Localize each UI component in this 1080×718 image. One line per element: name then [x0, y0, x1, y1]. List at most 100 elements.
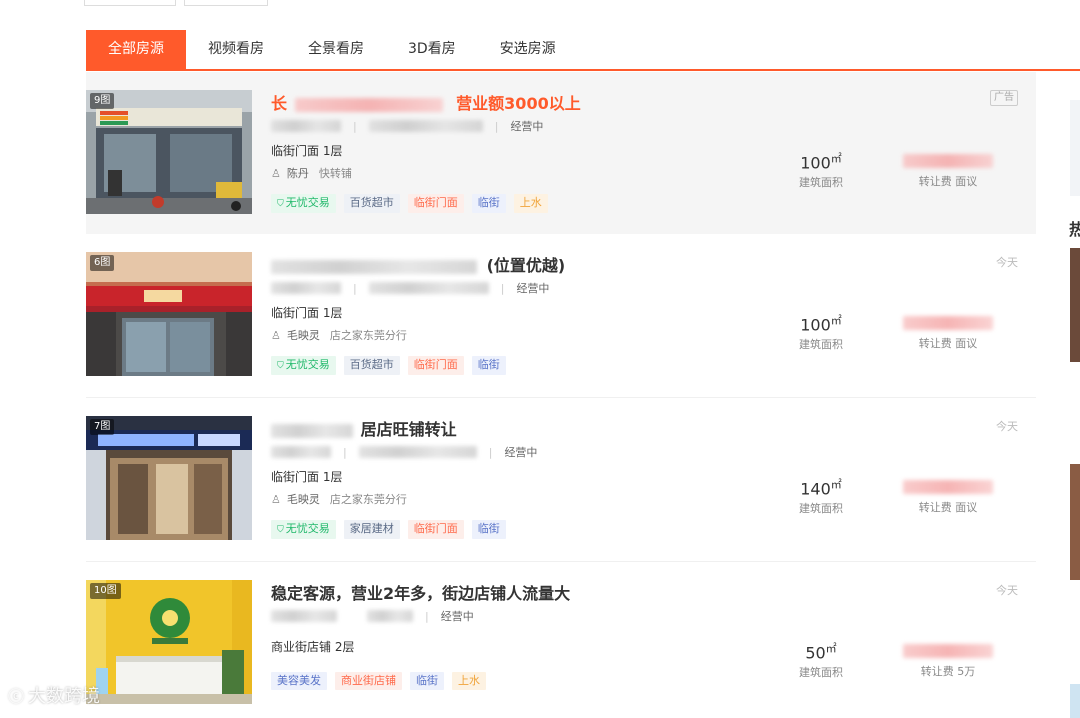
listing-item[interactable]: 9图 长 营业额3000以上 | | 经营中 临街门面 1层 ♙ 陈丹 快转铺 …	[86, 72, 1036, 234]
listing-photo[interactable]: 10图	[86, 580, 252, 704]
area-value: 100㎡	[800, 314, 842, 335]
agent-info: ♙ 毛映灵 店之家东莞分行	[271, 491, 407, 507]
area-block: 100㎡ 建筑面积	[786, 312, 856, 352]
sidebar-thumb[interactable]	[1070, 684, 1080, 718]
agent-name[interactable]: 毛映灵	[287, 327, 320, 343]
shield-icon: ⛉	[277, 361, 284, 371]
listing-item[interactable]: 7图 居店旺铺转让 | | 经营中 临街门面 1层 ♙ 毛映灵 店之家东莞分行 …	[86, 398, 1036, 562]
listing-title[interactable]: 居店旺铺转让	[271, 416, 457, 440]
blurred-text	[368, 120, 483, 132]
floor-info: 临街门面 1层	[271, 144, 343, 158]
listing-photo[interactable]: 7图	[86, 416, 252, 540]
right-sidebar: 热	[1062, 72, 1080, 718]
blurred-text	[271, 282, 341, 294]
agent-name[interactable]: 陈丹	[287, 165, 309, 181]
person-icon: ♙	[271, 328, 281, 342]
blurred-price	[903, 479, 993, 494]
sidebar-thumb[interactable]	[1070, 464, 1080, 580]
listing-title[interactable]: 稳定客源，营业2年多，街边店铺人流量大	[271, 580, 570, 604]
filter-select-2[interactable]	[184, 0, 268, 6]
tab-3d[interactable]: 3D看房	[386, 30, 478, 69]
tag: 美容美发	[271, 672, 327, 690]
hot-heading: 热	[1069, 220, 1080, 239]
tag: 临街门面	[407, 194, 464, 213]
photo-count: 7图	[90, 419, 115, 435]
title-suffix: 营业额3000以上	[456, 94, 581, 113]
blurred-price	[903, 643, 993, 658]
floor-info: 临街门面 1层	[271, 470, 343, 484]
sidebar-card[interactable]	[1070, 100, 1080, 196]
listing-list: 9图 长 营业额3000以上 | | 经营中 临街门面 1层 ♙ 陈丹 快转铺 …	[86, 72, 1036, 718]
blurred-text	[294, 97, 443, 112]
blurred-text	[358, 446, 477, 458]
tab-all[interactable]: 全部房源	[86, 30, 186, 69]
blurred-price	[903, 153, 993, 168]
fee-label: 转让费 5万	[920, 665, 976, 678]
area-value: 100㎡	[800, 152, 842, 173]
watermark: ⓒ 大数跨境	[8, 682, 100, 708]
area-block: 140㎡ 建筑面积	[786, 476, 856, 516]
photo-count: 6图	[90, 255, 115, 271]
tag: ⛉ 无忧交易	[271, 520, 336, 539]
blurred-text	[367, 610, 413, 622]
blurred-text	[271, 610, 337, 622]
listing-item[interactable]: 10图 稳定客源，营业2年多，街边店铺人流量大 | 经营中 商业街店铺 2层 美…	[86, 562, 1036, 718]
tag-list: ⛉ 无忧交易 家居建材 临街门面 临街	[271, 520, 506, 539]
blurred-text	[368, 282, 489, 294]
tab-panorama[interactable]: 全景看房	[286, 30, 386, 69]
agent-name[interactable]: 毛映灵	[287, 491, 320, 507]
tag: ⛉ 无忧交易	[271, 356, 336, 375]
listing-address: | | 经营中	[271, 118, 543, 134]
tag: 百货超市	[343, 194, 400, 213]
tab-safe-select[interactable]: 安选房源	[478, 30, 578, 69]
watermark-text: 大数跨境	[28, 686, 101, 707]
area-label: 建筑面积	[799, 176, 843, 190]
listing-photo[interactable]: 9图	[86, 90, 252, 214]
tag: 临街	[410, 672, 444, 690]
title-suffix: (位置优越)	[486, 256, 566, 275]
floor-info: 临街门面 1层	[271, 306, 343, 320]
tag-list: ⛉ 无忧交易 百货超市 临街门面 临街 上水	[271, 194, 548, 213]
status-text: 经营中	[516, 282, 550, 295]
area-label: 建筑面积	[799, 338, 843, 352]
filter-select[interactable]	[84, 0, 176, 6]
listing-title[interactable]: (位置优越)	[271, 252, 565, 276]
photo-count: 9图	[90, 93, 115, 109]
blurred-text	[271, 259, 477, 274]
area-label: 建筑面积	[799, 666, 843, 680]
tag: 临街门面	[407, 520, 464, 539]
tag: 临街	[471, 194, 506, 213]
listing-item[interactable]: 6图 (位置优越) | | 经营中 临街门面 1层 ♙ 毛映灵 店之家东莞分行 …	[86, 234, 1036, 398]
tag: 家居建材	[343, 520, 400, 539]
fee-label: 转让费 面议	[918, 175, 978, 188]
tag: 临街门面	[407, 356, 464, 375]
tag-list: 美容美发 商业街店铺 临街 上水	[271, 672, 486, 690]
listing-address: | | 经营中	[271, 444, 537, 460]
status-text: 经营中	[440, 610, 474, 623]
person-icon: ♙	[271, 166, 281, 180]
tag: 临街	[471, 356, 506, 375]
sidebar-thumb[interactable]	[1070, 248, 1080, 362]
listing-address: | | 经营中	[271, 280, 549, 296]
shield-icon: ⛉	[277, 199, 284, 209]
blurred-text	[271, 446, 331, 458]
agent-company: 快转铺	[318, 167, 352, 180]
shield-icon: ⛉	[277, 525, 284, 535]
top-filter-stub	[84, 0, 268, 6]
status-text: 经营中	[504, 446, 538, 459]
title-prefix: 长	[271, 94, 288, 113]
listing-title[interactable]: 长 营业额3000以上	[271, 90, 581, 114]
area-value: 140㎡	[800, 478, 842, 499]
status-text: 经营中	[510, 120, 544, 133]
listing-photo[interactable]: 6图	[86, 252, 252, 376]
blurred-price	[903, 315, 993, 330]
logo-icon: ⓒ	[8, 687, 25, 706]
person-icon: ♙	[271, 492, 281, 506]
tag: 上水	[513, 194, 548, 213]
listing-date: 今天	[996, 420, 1018, 433]
tag: ⛉ 无忧交易	[271, 194, 336, 213]
area-value: 50㎡	[805, 642, 837, 663]
tab-video[interactable]: 视频看房	[186, 30, 286, 69]
fee-label: 转让费 面议	[918, 501, 978, 514]
area-block: 100㎡ 建筑面积	[786, 150, 856, 190]
